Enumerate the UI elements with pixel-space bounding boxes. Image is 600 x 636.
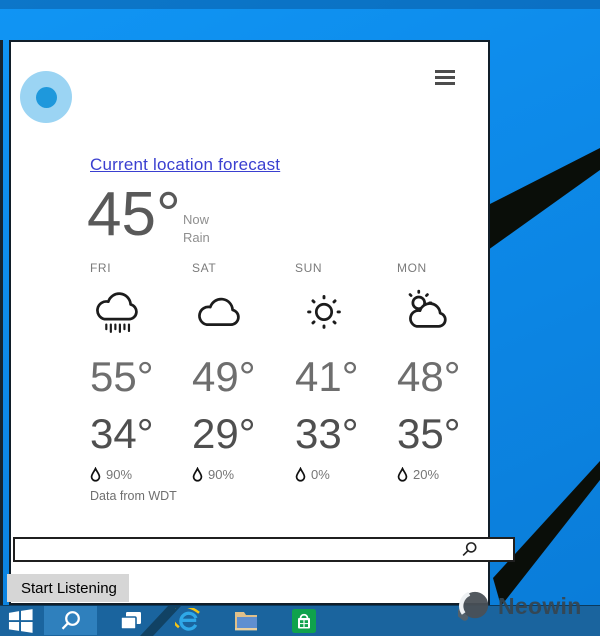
taskbar-search-button[interactable] [44, 606, 97, 635]
cloud-icon [192, 283, 290, 341]
forecast-column: FRI 55° 34° [90, 261, 188, 482]
rain-cloud-icon [90, 283, 188, 341]
internet-explorer-button[interactable] [170, 606, 206, 635]
droplet-icon [295, 467, 306, 482]
low-temp: 34° [90, 412, 188, 456]
taskbar-search-icon [59, 609, 83, 633]
store-button[interactable] [286, 606, 322, 635]
menu-icon[interactable] [435, 70, 455, 88]
precip-value: 90% [208, 467, 234, 482]
data-attribution: Data from WDT [90, 489, 177, 503]
file-explorer-button[interactable] [228, 606, 264, 635]
precipitation: 0% [295, 466, 393, 482]
day-label: MON [397, 261, 495, 275]
internet-explorer-icon [175, 608, 202, 634]
current-conditions-time: Now [183, 211, 210, 229]
day-label: SAT [192, 261, 290, 275]
current-temperature: 45° [87, 184, 181, 246]
day-label: SUN [295, 261, 393, 275]
neowin-logo-icon [458, 589, 492, 623]
low-temp: 35° [397, 412, 495, 456]
sun-icon [295, 283, 393, 341]
cortana-panel: Current location forecast 45° Now Rain F… [9, 40, 490, 605]
precipitation: 20% [397, 466, 495, 482]
screen-left-edge [0, 40, 3, 606]
precipitation: 90% [192, 466, 290, 482]
file-explorer-icon [233, 608, 259, 633]
precipitation: 90% [90, 466, 188, 482]
current-location-forecast-link[interactable]: Current location forecast [90, 155, 280, 175]
droplet-icon [192, 467, 203, 482]
search-icon[interactable] [461, 541, 478, 558]
droplet-icon [90, 467, 101, 482]
precip-value: 90% [106, 467, 132, 482]
desktop: Current location forecast 45° Now Rain F… [0, 0, 600, 636]
cortana-orb-icon[interactable] [20, 71, 72, 123]
cortana-orb-core [36, 87, 57, 108]
forecast-column: SAT 49° 29° 90% [192, 261, 290, 482]
current-conditions-desc: Rain [183, 229, 210, 247]
task-view-icon [118, 609, 143, 633]
low-temp: 33° [295, 412, 393, 456]
partly-cloudy-icon [397, 283, 495, 341]
forecast-column: MON 48° 35° 20% [397, 261, 495, 482]
task-view-button[interactable] [112, 606, 148, 635]
high-temp: 55° [90, 355, 188, 399]
high-temp: 48° [397, 355, 495, 399]
neowin-watermark: Neowin [458, 589, 582, 623]
wallpaper-top-shade [0, 0, 600, 9]
high-temp: 41° [295, 355, 393, 399]
droplet-icon [397, 467, 408, 482]
neowin-label: Neowin [498, 593, 582, 620]
windows-logo-icon [8, 608, 34, 634]
day-label: FRI [90, 261, 188, 275]
high-temp: 49° [192, 355, 290, 399]
precip-value: 0% [311, 467, 330, 482]
low-temp: 29° [192, 412, 290, 456]
store-icon [292, 609, 316, 633]
start-button[interactable] [2, 606, 40, 635]
current-conditions: Now Rain [183, 211, 210, 247]
start-listening-button[interactable]: Start Listening [7, 574, 129, 602]
precip-value: 20% [413, 467, 439, 482]
search-input[interactable] [13, 537, 515, 562]
forecast-column: SUN 41° 33° [295, 261, 393, 482]
